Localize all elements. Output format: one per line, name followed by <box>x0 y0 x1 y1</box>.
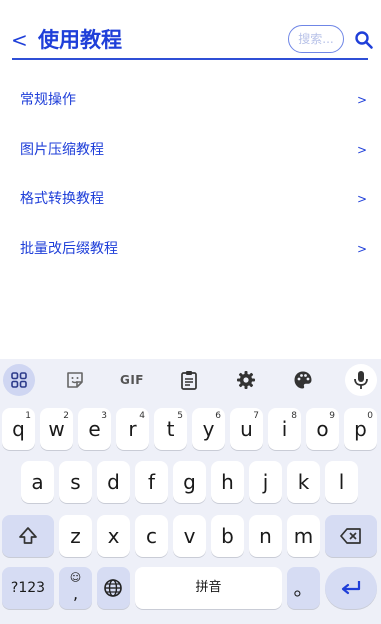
key-label: i <box>281 417 288 441</box>
key-label: o <box>316 417 329 441</box>
chevron-right-icon: > <box>356 242 367 256</box>
sticker-icon[interactable] <box>59 364 91 396</box>
back-button[interactable]: < <box>11 28 28 52</box>
apps-grid-icon[interactable] <box>3 364 35 396</box>
backspace-key[interactable] <box>325 515 377 557</box>
key-g[interactable]: g <box>173 461 206 503</box>
emoji-comma-key[interactable]: ☺ , <box>59 567 92 609</box>
key-p[interactable]: p0 <box>344 408 377 450</box>
key-d[interactable]: d <box>97 461 130 503</box>
key-number-hint: 2 <box>63 411 69 421</box>
period-key[interactable]: 。 <box>287 567 320 609</box>
key-w[interactable]: w2 <box>40 408 73 450</box>
palette-icon[interactable] <box>287 364 319 396</box>
globe-icon <box>104 579 122 597</box>
soft-keyboard: GIF q 1 w 2 e 3 r 4 t 5 y 6 u 7 i 8 o 9 … <box>0 359 381 624</box>
app-header: < 使用教程 搜索... <box>0 0 381 62</box>
key-i[interactable]: i8 <box>268 408 301 450</box>
key-label: t <box>166 417 175 441</box>
key-b[interactable]: b <box>211 515 244 557</box>
key-k[interactable]: k <box>287 461 320 503</box>
key-x[interactable]: x <box>97 515 130 557</box>
language-key[interactable] <box>97 567 130 609</box>
key-label: q <box>12 417 25 441</box>
key-s[interactable]: s <box>59 461 92 503</box>
list-item[interactable]: 格式转换教程 > <box>0 174 381 224</box>
list-item[interactable]: 图片压缩教程 > <box>0 125 381 175</box>
key-e[interactable]: e3 <box>78 408 111 450</box>
key-label: r <box>128 417 137 441</box>
key-n[interactable]: n <box>249 515 282 557</box>
key-number-hint: 5 <box>177 411 183 421</box>
key-number-hint: 4 <box>139 411 145 421</box>
key-label: w <box>48 417 65 441</box>
key-u[interactable]: u7 <box>230 408 263 450</box>
space-key[interactable]: 拼音 <box>135 567 282 609</box>
page-title: 使用教程 <box>38 28 122 52</box>
backspace-icon <box>340 528 361 544</box>
key-number-hint: 1 <box>25 411 31 421</box>
key-t[interactable]: t5 <box>154 408 187 450</box>
key-a[interactable]: a <box>21 461 54 503</box>
comma-label: , <box>72 584 79 603</box>
key-r[interactable]: r4 <box>116 408 149 450</box>
key-o[interactable]: o9 <box>306 408 339 450</box>
key-j[interactable]: j <box>249 461 282 503</box>
key-number-hint: 6 <box>215 411 221 421</box>
shift-icon <box>19 527 37 544</box>
key-number-hint: 7 <box>253 411 259 421</box>
list-item[interactable]: 批量改后缀教程 > <box>0 224 381 274</box>
clipboard-icon[interactable] <box>173 364 205 396</box>
keyboard-toolbar: GIF <box>0 359 381 401</box>
key-m[interactable]: m <box>287 515 320 557</box>
key-q[interactable]: q1 <box>2 408 35 450</box>
shift-key[interactable] <box>2 515 54 557</box>
mic-icon[interactable] <box>345 364 377 396</box>
list-item-label: 批量改后缀教程 <box>20 241 118 257</box>
key-l[interactable]: l <box>325 461 358 503</box>
key-v[interactable]: v <box>173 515 206 557</box>
settings-icon[interactable] <box>230 364 262 396</box>
key-number-hint: 9 <box>329 411 335 421</box>
search-input[interactable]: 搜索... <box>288 25 344 53</box>
key-number-hint: 3 <box>101 411 107 421</box>
key-label: y <box>202 417 215 441</box>
search-icon[interactable] <box>353 29 375 51</box>
gif-label: GIF <box>119 373 144 387</box>
key-number-hint: 0 <box>367 411 373 421</box>
key-c[interactable]: c <box>135 515 168 557</box>
chevron-right-icon: > <box>356 143 367 157</box>
key-label: e <box>88 417 101 441</box>
key-h[interactable]: h <box>211 461 244 503</box>
key-label: p <box>354 417 367 441</box>
key-z[interactable]: z <box>59 515 92 557</box>
enter-icon <box>341 581 361 595</box>
gif-icon[interactable]: GIF <box>116 364 148 396</box>
enter-key[interactable] <box>325 567 377 609</box>
key-y[interactable]: y6 <box>192 408 225 450</box>
key-f[interactable]: f <box>135 461 168 503</box>
list-item[interactable]: 常规操作 > <box>0 75 381 125</box>
symbols-key[interactable]: ?123 <box>2 567 54 609</box>
key-number-hint: 8 <box>291 411 297 421</box>
list-item-label: 格式转换教程 <box>20 191 104 207</box>
header-divider <box>12 58 368 60</box>
list-item-label: 图片压缩教程 <box>20 142 104 158</box>
chevron-right-icon: > <box>356 192 367 206</box>
key-label: u <box>240 417 253 441</box>
list-item-label: 常规操作 <box>20 92 76 108</box>
chevron-right-icon: > <box>356 93 367 107</box>
